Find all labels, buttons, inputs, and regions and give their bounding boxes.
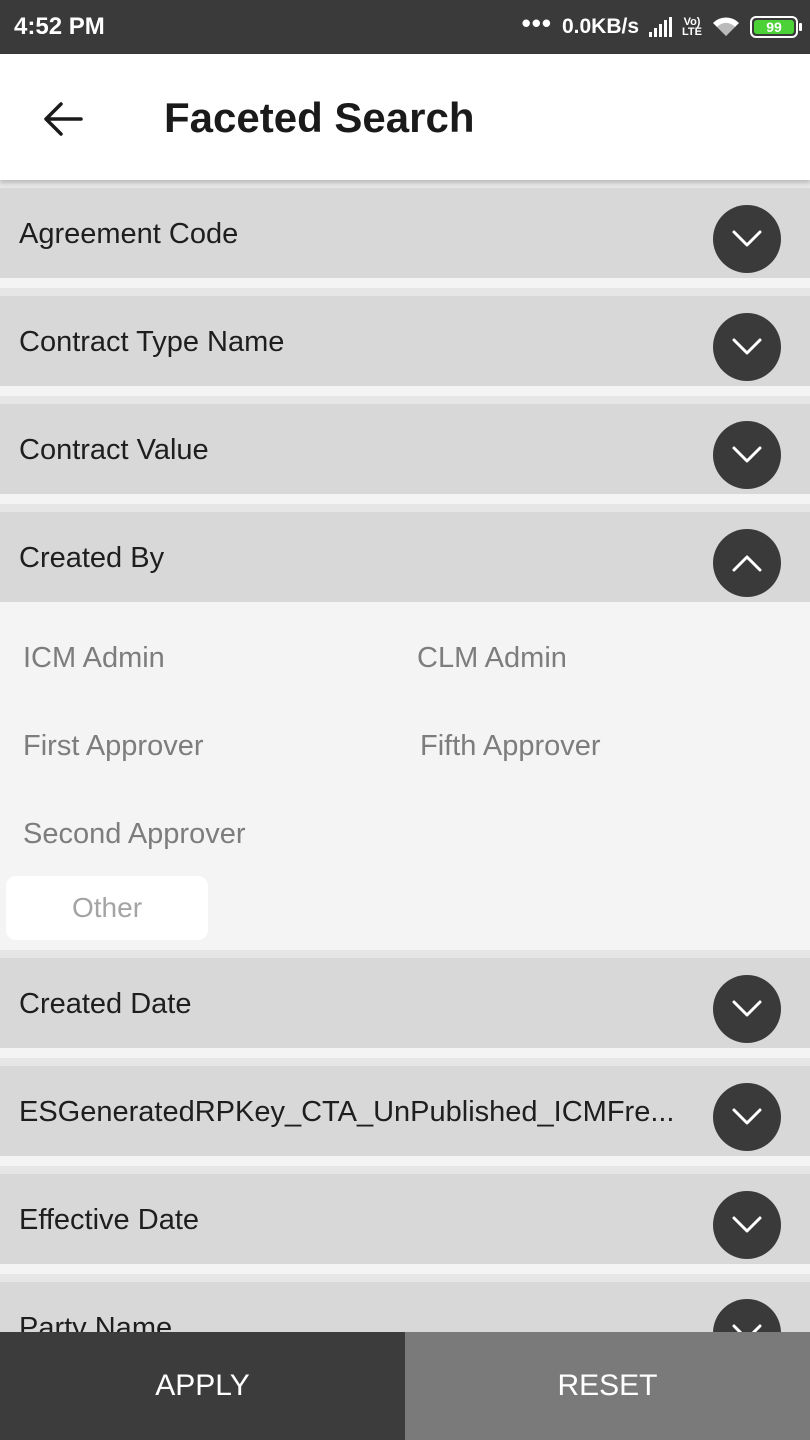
expand-button[interactable] [713, 975, 781, 1043]
facet-label: Created By [19, 542, 165, 574]
chevron-down-icon [732, 230, 762, 247]
expand-button[interactable] [713, 313, 781, 381]
battery-icon: 99 [750, 16, 802, 38]
status-icons: ••• 0.0KB/s Vo) LTE 99 [522, 8, 802, 42]
network-speed: 0.0KB/s [561, 15, 640, 38]
expand-button[interactable] [713, 1191, 781, 1259]
status-time: 4:52 PM [14, 13, 105, 40]
back-button[interactable] [36, 92, 90, 146]
facet-contract-value[interactable]: Contract Value [0, 396, 810, 494]
chevron-down-icon [732, 338, 762, 355]
more-dots-icon: ••• [521, 7, 552, 38]
facet-label: ESGeneratedRPKey_CTA_UnPublished_ICMFre.… [19, 1096, 675, 1128]
option-icm-admin[interactable]: ICM Admin [23, 642, 165, 675]
facet-contract-type-name[interactable]: Contract Type Name [0, 288, 810, 386]
facet-party-name[interactable]: Party Name [0, 1274, 810, 1332]
created-by-options: ICM Admin CLM Admin First Approver Fifth… [0, 612, 810, 950]
other-button[interactable]: Other [6, 876, 208, 940]
facet-effective-date[interactable]: Effective Date [0, 1166, 810, 1264]
facet-esgenerated-key[interactable]: ESGeneratedRPKey_CTA_UnPublished_ICMFre.… [0, 1058, 810, 1156]
facet-label: Created Date [19, 988, 192, 1020]
facet-label: Contract Type Name [19, 326, 285, 358]
reset-button[interactable]: RESET [405, 1332, 810, 1440]
option-second-approver[interactable]: Second Approver [23, 818, 245, 851]
facet-label: Agreement Code [19, 218, 239, 250]
chevron-down-icon [732, 1324, 762, 1332]
chevron-down-icon [732, 1216, 762, 1233]
battery-level: 99 [754, 20, 794, 34]
expand-button[interactable] [713, 1299, 781, 1332]
volte-line2: LTE [682, 26, 702, 38]
facet-list[interactable]: Agreement Code Contract Type Name Contra… [0, 180, 810, 1332]
volte-icon: Vo) LTE [682, 17, 702, 38]
app-header: Faceted Search [0, 54, 810, 180]
arrow-left-icon [44, 102, 83, 136]
chevron-down-icon [732, 1108, 762, 1125]
facet-label: Party Name [19, 1312, 173, 1332]
option-clm-admin[interactable]: CLM Admin [417, 642, 567, 675]
chevron-up-icon [732, 555, 762, 572]
facet-created-date[interactable]: Created Date [0, 950, 810, 1048]
expand-button[interactable] [713, 205, 781, 273]
chevron-down-icon [732, 1000, 762, 1017]
facet-label: Effective Date [19, 1204, 200, 1236]
signal-icon [649, 17, 673, 37]
collapse-button[interactable] [713, 529, 781, 597]
bottom-action-bar: APPLY RESET [0, 1332, 810, 1440]
expand-button[interactable] [713, 421, 781, 489]
status-bar: 4:52 PM ••• 0.0KB/s Vo) LTE 99 [0, 0, 810, 54]
expand-button[interactable] [713, 1083, 781, 1151]
facet-label: Contract Value [19, 434, 209, 466]
chevron-down-icon [732, 446, 762, 463]
wifi-icon [713, 17, 739, 36]
facet-created-by[interactable]: Created By [0, 504, 810, 602]
option-fifth-approver[interactable]: Fifth Approver [420, 730, 601, 763]
option-first-approver[interactable]: First Approver [23, 730, 204, 763]
apply-button[interactable]: APPLY [0, 1332, 405, 1440]
facet-agreement-code[interactable]: Agreement Code [0, 180, 810, 278]
page-title: Faceted Search [164, 94, 475, 141]
